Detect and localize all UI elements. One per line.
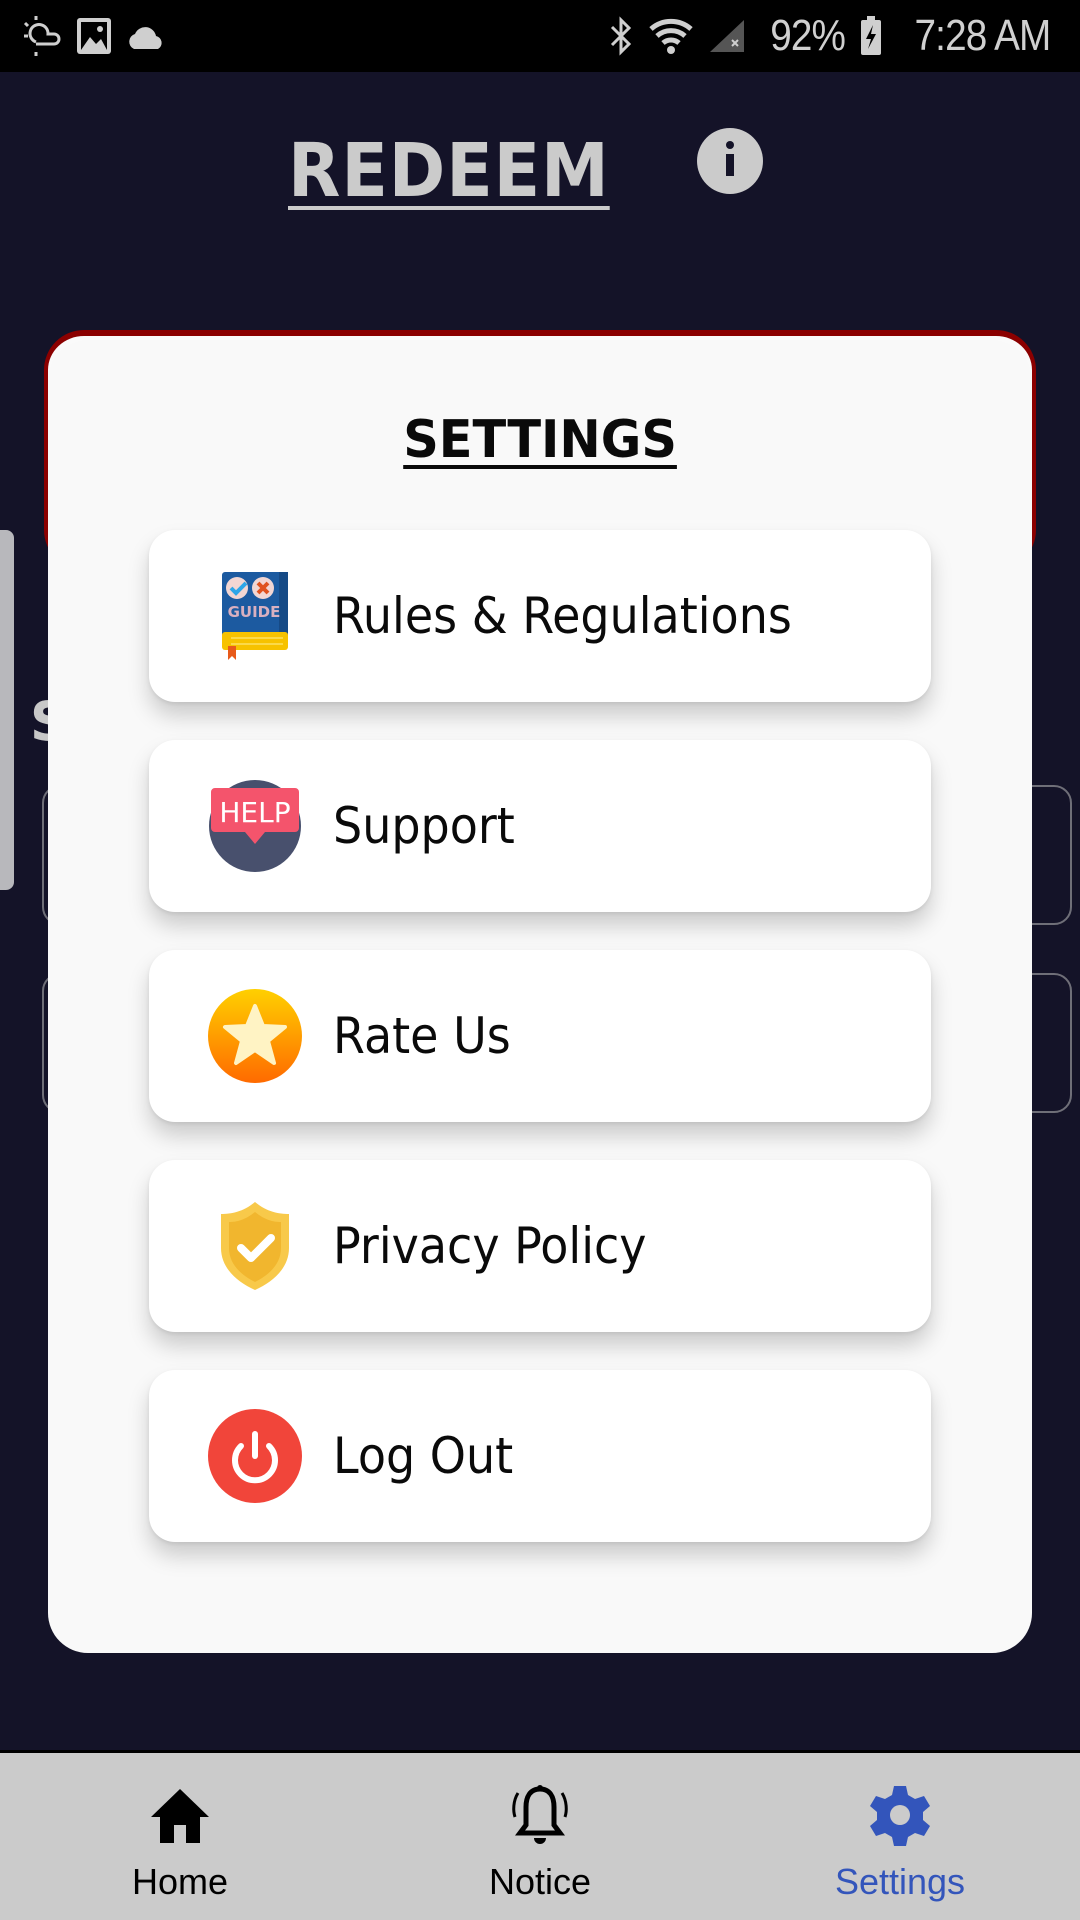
background-scroll-handle <box>0 530 14 890</box>
battery-charging-icon <box>860 16 882 56</box>
nav-tab-home[interactable]: Home <box>60 1753 300 1920</box>
menu-item-label: Rate Us <box>333 1007 511 1065</box>
menu-item-rules-regulations[interactable]: GUIDE Rules & Regulations <box>149 530 931 702</box>
menu-item-label: Rules & Regulations <box>333 587 792 645</box>
menu-item-label: Log Out <box>333 1427 514 1485</box>
nav-label: Notice <box>488 1861 592 1902</box>
guide-book-icon: GUIDE <box>207 568 303 664</box>
menu-item-rate-us[interactable]: Rate Us <box>149 950 931 1122</box>
no-signal-icon <box>708 18 746 54</box>
dialog-title-wrap: SETTINGS <box>0 410 1080 470</box>
menu-item-log-out[interactable]: Log Out <box>149 1370 931 1542</box>
star-icon <box>207 988 303 1084</box>
nav-label: Home <box>131 1861 229 1902</box>
nav-label: Settings <box>834 1861 966 1902</box>
svg-text:HELP: HELP <box>219 796 290 829</box>
bluetooth-icon <box>608 16 634 56</box>
clock: 7:28 AM <box>914 11 1051 60</box>
help-icon: HELP <box>207 778 303 874</box>
bottom-nav: Home Notice Settings <box>0 1750 1080 1920</box>
menu-item-privacy-policy[interactable]: Privacy Policy <box>149 1160 931 1332</box>
status-bar: 92% 7:28 AM <box>0 0 1080 72</box>
cloud-icon <box>126 22 166 50</box>
info-button[interactable] <box>697 128 763 194</box>
page-title-wrap: REDEEM <box>288 128 638 214</box>
image-icon <box>76 17 112 55</box>
info-icon <box>720 140 740 182</box>
power-icon <box>207 1408 303 1504</box>
menu-item-label: Support <box>333 797 515 855</box>
battery-percent: 92% <box>770 11 847 60</box>
page-title: REDEEM <box>288 128 610 214</box>
menu-item-support[interactable]: HELP Support <box>149 740 931 912</box>
nav-tab-settings[interactable]: Settings <box>780 1753 1020 1920</box>
dialog-title: SETTINGS <box>403 410 677 470</box>
home-icon <box>150 1783 210 1847</box>
shield-check-icon <box>207 1198 303 1294</box>
wifi-icon <box>648 17 694 55</box>
bell-icon <box>509 1783 571 1847</box>
svg-text:GUIDE: GUIDE <box>228 603 281 621</box>
nav-tab-notice[interactable]: Notice <box>420 1753 660 1920</box>
menu-item-label: Privacy Policy <box>333 1217 647 1275</box>
weather-icon <box>22 16 62 56</box>
gear-icon <box>870 1783 930 1847</box>
